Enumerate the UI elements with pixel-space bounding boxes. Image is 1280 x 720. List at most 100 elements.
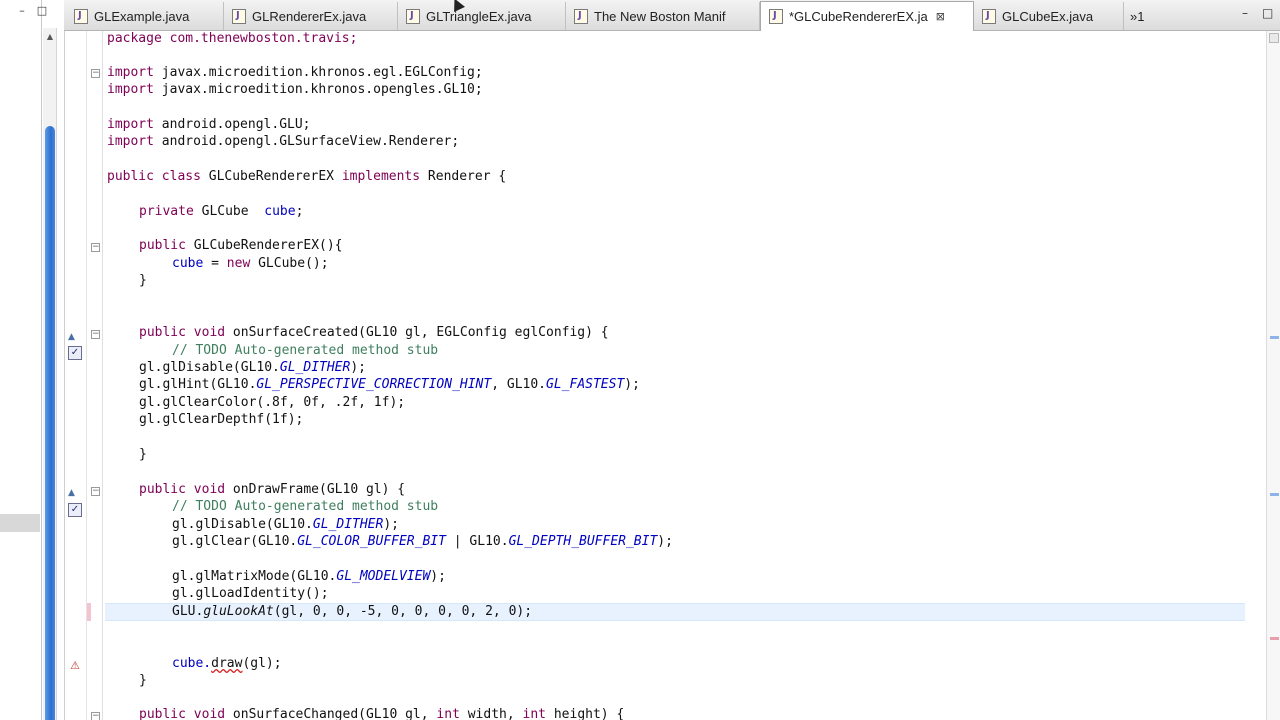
- code-line: // TODO Auto-generated method stub: [172, 343, 438, 360]
- code-line: gl.glLoadIdentity();: [172, 586, 329, 603]
- selected-tree-item[interactable]: [0, 514, 40, 532]
- code-text-span: );: [624, 377, 640, 392]
- code-line: gl.glHint(GL10.GL_PERSPECTIVE_CORRECTION…: [139, 377, 640, 394]
- tab-label: GLTriangleEx.java: [426, 8, 532, 24]
- code-text-span: );: [350, 360, 366, 375]
- editor-minimize-button[interactable]: –: [1242, 6, 1248, 20]
- keyword: public: [139, 238, 186, 253]
- code-line: gl.glClearColor(.8f, 0f, .2f, 1f);: [139, 395, 405, 412]
- code-line: public void onSurfaceChanged(GL10 gl, in…: [139, 707, 624, 720]
- static-field: GL_PERSPECTIVE_CORRECTION_HINT: [256, 377, 492, 392]
- keyword: int: [522, 707, 547, 720]
- keyword: public void: [139, 482, 226, 497]
- code-line: gl.glClear(GL10.GL_COLOR_BUFFER_BIT | GL…: [172, 534, 673, 551]
- code-text-span: gl.glClearDepthf(1f);: [139, 412, 304, 427]
- java-file-icon: [406, 8, 420, 24]
- overview-task-marker[interactable]: [1270, 493, 1279, 496]
- tab-overflow-button[interactable]: »1: [1126, 2, 1166, 30]
- code-text-span: gl.glDisable(GL10.: [172, 517, 313, 532]
- code-text-span: GLCubeRendererEX(){: [185, 238, 343, 253]
- code-text-span: | GL10.: [445, 534, 509, 549]
- editor-tab-bar: GLExample.java GLRendererEx.java GLTrian…: [64, 0, 1280, 31]
- overview-ruler[interactable]: [1266, 31, 1280, 720]
- explorer-scrollbar[interactable]: ▲: [43, 28, 57, 720]
- error-underlined-method[interactable]: draw: [211, 656, 242, 671]
- fold-toggle-icon[interactable]: −: [91, 712, 100, 720]
- code-line: private GLCube cube;: [139, 204, 303, 221]
- gutter-divider: [102, 31, 103, 720]
- field-name: cube: [172, 256, 204, 271]
- package-explorer-panel: – □: [0, 0, 47, 720]
- scroll-up-arrow-icon[interactable]: ▲: [45, 32, 55, 42]
- code-line: gl.glMatrixMode(GL10.GL_MODELVIEW);: [172, 569, 446, 586]
- code-text-span: );: [657, 534, 673, 549]
- vertical-ruler: ▲ ✓ ▲ ✓ ⚠: [65, 31, 87, 720]
- view-minimize-button[interactable]: –: [16, 5, 28, 17]
- java-file-icon: [74, 8, 88, 24]
- code-line: import android.opengl.GLU;: [107, 117, 311, 134]
- package-declaration: package com.thenewboston.travis;: [107, 31, 358, 46]
- explorer-scroll-thumb[interactable]: [45, 126, 55, 720]
- code-line: import javax.microedition.khronos.egl.EG…: [107, 65, 483, 82]
- code-text-span: gl.glHint(GL10.: [139, 377, 257, 392]
- keyword: import: [107, 82, 154, 97]
- fold-toggle-icon[interactable]: −: [91, 69, 100, 78]
- tab-label: GLRendererEx.java: [252, 8, 367, 24]
- keyword: public void: [139, 325, 226, 340]
- code-text-span: GLCube();: [250, 256, 329, 271]
- editor-maximize-button[interactable]: □: [1262, 6, 1273, 20]
- java-file-icon: [232, 8, 246, 24]
- code-line: import javax.microedition.khronos.opengl…: [107, 82, 483, 99]
- overview-error-marker[interactable]: [1270, 637, 1279, 640]
- code-text-span: Renderer {: [420, 169, 507, 184]
- fold-toggle-icon[interactable]: −: [91, 330, 100, 339]
- tab-gltriangleex[interactable]: GLTriangleEx.java: [398, 2, 566, 30]
- tab-glrendererex[interactable]: GLRendererEx.java: [224, 2, 398, 30]
- close-tab-icon[interactable]: ⊠: [936, 10, 945, 23]
- java-file-icon: [769, 9, 783, 24]
- code-line: public void onDrawFrame(GL10 gl) {: [139, 482, 405, 499]
- error-lightbulb-icon[interactable]: ⚠: [68, 659, 82, 673]
- code-line: public void onSurfaceCreated(GL10 gl, EG…: [139, 325, 609, 342]
- code-line: cube.draw(gl);: [172, 656, 282, 673]
- overview-status-icon: [1269, 33, 1279, 43]
- task-marker-icon[interactable]: ✓: [68, 503, 82, 517]
- fold-toggle-icon[interactable]: −: [91, 487, 100, 496]
- code-text-span: }: [139, 273, 147, 288]
- keyword: import: [107, 117, 154, 132]
- code-line: }: [139, 673, 147, 690]
- fold-toggle-icon[interactable]: −: [91, 243, 100, 252]
- view-maximize-button[interactable]: □: [36, 5, 48, 17]
- tab-glexample[interactable]: GLExample.java: [66, 2, 224, 30]
- code-line: }: [139, 273, 147, 290]
- code-line: gl.glDisable(GL10.GL_DITHER);: [139, 360, 366, 377]
- keyword: import: [107, 134, 154, 149]
- static-field: GL_DITHER: [279, 360, 351, 375]
- code-editor[interactable]: ▲ ✓ ▲ ✓ ⚠ − − − − − package com.thenewbo…: [64, 31, 1266, 720]
- keyword: public class: [107, 169, 201, 184]
- static-field: GL_DITHER: [312, 517, 384, 532]
- static-field: GL_MODELVIEW: [336, 569, 431, 584]
- comment: // TODO Auto-generated method stub: [172, 499, 439, 514]
- code-text-span: , GL10.: [491, 377, 547, 392]
- code-text-span: }: [139, 447, 147, 462]
- overview-task-marker[interactable]: [1270, 336, 1279, 339]
- code-text-span: javax.microedition.khronos.egl.EGLConfig…: [153, 65, 483, 80]
- tab-glcubeex[interactable]: GLCubeEx.java: [974, 2, 1124, 30]
- code-text-span: android.opengl.GLU;: [153, 117, 311, 132]
- code-text-span: ;: [295, 204, 304, 219]
- code-text-span: GLU.: [172, 604, 204, 619]
- code-text-span: onSurfaceChanged(GL10 gl,: [225, 707, 437, 720]
- tab-overflow-label: »1: [1130, 8, 1145, 24]
- keyword: new: [226, 256, 251, 271]
- code-text-span: gl.glLoadIdentity();: [172, 586, 329, 601]
- tab-label: The New Boston Manif: [594, 8, 726, 24]
- code-text-span: gl.glClearColor(.8f, 0f, .2f, 1f);: [139, 395, 406, 410]
- tab-glcuberendererex[interactable]: *GLCubeRendererEX.ja ⊠: [760, 1, 974, 31]
- tab-manifest[interactable]: The New Boston Manif: [566, 2, 760, 30]
- code-line: gl.glClearDepthf(1f);: [139, 412, 303, 429]
- keyword: import: [107, 65, 154, 80]
- quick-diff-marker: [87, 603, 91, 621]
- code-text-span: GLCubeRendererEX: [200, 169, 342, 184]
- task-marker-icon[interactable]: ✓: [68, 346, 82, 360]
